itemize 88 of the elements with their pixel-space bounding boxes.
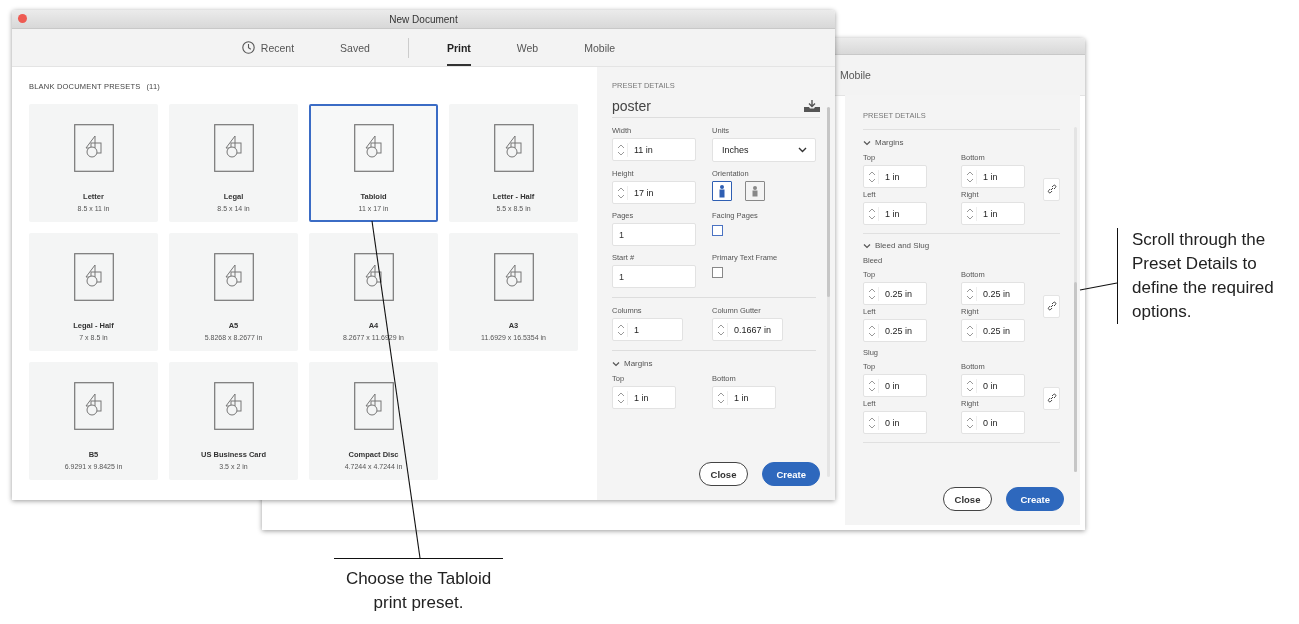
section-title[interactable]: Bleed and Slug bbox=[875, 241, 930, 250]
leader-line bbox=[1079, 282, 1118, 291]
spin-arrows-icon[interactable] bbox=[717, 322, 728, 337]
callout-text: Scroll through the Preset Details to define the required options. bbox=[1117, 228, 1299, 324]
close-button[interactable]: Close bbox=[942, 487, 993, 511]
spin-arrows-icon[interactable] bbox=[617, 322, 628, 337]
window-title: New Document bbox=[389, 13, 458, 25]
checkbox[interactable] bbox=[712, 225, 723, 236]
spin-arrows-icon[interactable] bbox=[966, 169, 977, 184]
number-field[interactable]: 1 in bbox=[863, 165, 927, 188]
number-field[interactable]: 1 bbox=[612, 223, 696, 246]
spin-arrows-icon[interactable] bbox=[868, 169, 879, 184]
chevron-icon[interactable] bbox=[863, 241, 871, 250]
create-button[interactable]: Create bbox=[762, 462, 820, 486]
clock-icon bbox=[241, 41, 255, 54]
document-icon bbox=[73, 253, 114, 301]
document-icon bbox=[353, 253, 394, 301]
tab[interactable]: Mobile bbox=[840, 56, 871, 94]
number-field[interactable]: 0 in bbox=[863, 374, 927, 397]
chevron-icon bbox=[798, 147, 807, 153]
tab[interactable]: Print bbox=[446, 29, 471, 66]
document-icon bbox=[213, 253, 254, 301]
spin-arrows-icon[interactable] bbox=[617, 185, 628, 200]
spin-arrows-icon[interactable] bbox=[868, 286, 879, 301]
number-field[interactable]: 0.25 in bbox=[961, 319, 1025, 342]
tab[interactable]: Saved bbox=[340, 29, 370, 66]
spin-arrows-icon[interactable] bbox=[868, 206, 879, 221]
link-icon bbox=[1046, 393, 1057, 403]
number-field[interactable]: 0 in bbox=[863, 411, 927, 434]
number-field[interactable]: 0.25 in bbox=[863, 319, 927, 342]
tab[interactable]: Recent bbox=[241, 29, 295, 66]
number-field[interactable]: 11 in bbox=[612, 138, 696, 161]
spin-arrows-icon[interactable] bbox=[868, 378, 879, 393]
spin-arrows-icon[interactable] bbox=[717, 390, 728, 405]
number-field[interactable]: 1 in bbox=[863, 202, 927, 225]
link-icon bbox=[1046, 301, 1057, 311]
section-title[interactable]: Margins bbox=[875, 138, 904, 147]
link-button[interactable] bbox=[1043, 177, 1060, 201]
callout-text: Choose the Tabloid print preset. bbox=[334, 558, 503, 615]
number-field[interactable]: 1 in bbox=[961, 165, 1025, 188]
spin-arrows-icon[interactable] bbox=[617, 390, 628, 405]
link-icon bbox=[1046, 184, 1057, 194]
document-icon bbox=[213, 124, 254, 172]
number-field[interactable]: 0.1667 in bbox=[712, 318, 783, 341]
spin-arrows-icon[interactable] bbox=[617, 142, 628, 157]
number-field[interactable]: 0.25 in bbox=[863, 282, 927, 305]
document-icon bbox=[353, 382, 394, 430]
document-icon bbox=[73, 382, 114, 430]
person-icon bbox=[717, 184, 727, 198]
spin-arrows-icon[interactable] bbox=[966, 323, 977, 338]
portrait-orientation-button[interactable] bbox=[712, 181, 732, 201]
number-field[interactable]: 1 bbox=[612, 265, 696, 288]
scrollbar[interactable] bbox=[827, 107, 830, 477]
spin-arrows-icon[interactable] bbox=[966, 378, 977, 393]
preset-name-field[interactable]: poster bbox=[612, 98, 651, 114]
number-field[interactable]: 1 in bbox=[961, 202, 1025, 225]
checkbox[interactable] bbox=[712, 267, 723, 278]
save-preset-icon[interactable] bbox=[804, 100, 820, 112]
close-button[interactable]: Close bbox=[698, 462, 749, 486]
number-field[interactable]: 1 bbox=[612, 318, 683, 341]
spin-arrows-icon[interactable] bbox=[966, 415, 977, 430]
tab[interactable]: Web bbox=[516, 29, 539, 66]
document-icon bbox=[213, 382, 254, 430]
create-button[interactable]: Create bbox=[1006, 487, 1064, 511]
number-field[interactable]: 1 in bbox=[612, 386, 676, 409]
document-icon bbox=[493, 124, 534, 172]
number-field[interactable]: 0 in bbox=[961, 374, 1025, 397]
spin-arrows-icon[interactable] bbox=[966, 286, 977, 301]
number-field[interactable]: 17 in bbox=[612, 181, 696, 204]
spin-arrows-icon[interactable] bbox=[868, 323, 879, 338]
section-title[interactable]: Margins bbox=[624, 359, 653, 368]
chevron-icon[interactable] bbox=[863, 138, 871, 147]
number-field[interactable]: 0.25 in bbox=[961, 282, 1025, 305]
spin-arrows-icon[interactable] bbox=[966, 206, 977, 221]
scrollbar[interactable] bbox=[1074, 127, 1077, 472]
tab[interactable]: Mobile bbox=[584, 29, 616, 66]
landscape-orientation-button[interactable] bbox=[745, 181, 765, 201]
document-icon bbox=[73, 124, 114, 172]
close-window-icon[interactable] bbox=[18, 14, 27, 23]
document-icon bbox=[493, 253, 534, 301]
units-dropdown[interactable]: Inches bbox=[712, 138, 816, 162]
number-field[interactable]: 0 in bbox=[961, 411, 1025, 434]
document-icon bbox=[353, 124, 394, 172]
link-button[interactable] bbox=[1043, 386, 1060, 410]
link-button[interactable] bbox=[1043, 294, 1060, 318]
number-field[interactable]: 1 in bbox=[712, 386, 776, 409]
spin-arrows-icon[interactable] bbox=[868, 415, 879, 430]
chevron-icon[interactable] bbox=[612, 359, 620, 368]
